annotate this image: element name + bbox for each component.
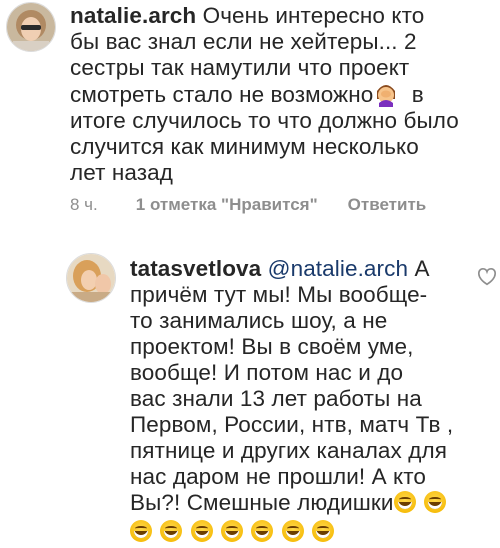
comment-line: случится как минимум несколько bbox=[70, 134, 419, 159]
comment-tatasvetlova: tatasvetlova @natalie.arch А причём тут … bbox=[0, 245, 500, 548]
comment-meta: 8 ч. 1 отметка "Нравится" Ответить bbox=[70, 195, 426, 215]
grinning-face-emoji-icon bbox=[281, 520, 304, 542]
comment-line: Первом, России, нтв, матч Тв , bbox=[130, 412, 454, 437]
comment-line: то занимались шоу, а не bbox=[130, 308, 388, 333]
grinning-face-emoji-icon bbox=[251, 520, 274, 542]
comment-line: причём тут мы! Мы вообще- bbox=[130, 282, 428, 307]
comment-text: tatasvetlova @natalie.arch А причём тут … bbox=[130, 256, 490, 545]
comment-line-text: Очень интересно кто bbox=[202, 3, 425, 28]
comment-line: вообще! И потом нас и до bbox=[130, 360, 404, 385]
comment-line-text: Вы?! Смешные людишки bbox=[130, 490, 394, 515]
avatar-image bbox=[7, 3, 55, 51]
comment-line: смотреть стало не возможно в bbox=[70, 81, 490, 108]
grinning-face-emoji-icon bbox=[312, 520, 335, 542]
username-link[interactable]: natalie.arch bbox=[70, 3, 196, 28]
comment-natalie-arch: natalie.arch Очень интересно кто бы вас … bbox=[0, 0, 500, 230]
comment-line-text: А bbox=[414, 256, 430, 281]
comment-line: итоге случилось то что должно было bbox=[70, 108, 459, 133]
reply-button[interactable]: Ответить bbox=[348, 195, 427, 215]
avatar[interactable] bbox=[66, 253, 116, 303]
grinning-face-emoji-icon bbox=[221, 520, 244, 542]
comment-line: сестры так намутили что проект bbox=[70, 55, 410, 80]
comment-line: natalie.arch Очень интересно кто bbox=[70, 3, 490, 29]
comment-line: лет назад bbox=[70, 160, 173, 185]
username-link[interactable]: tatasvetlova bbox=[130, 256, 261, 281]
grinning-face-emoji-icon bbox=[423, 491, 446, 513]
avatar[interactable] bbox=[6, 2, 56, 52]
comment-line: Вы?! Смешные людишки bbox=[130, 490, 490, 516]
grinning-face-emoji-icon bbox=[393, 491, 416, 513]
avatar-image bbox=[67, 254, 115, 302]
comment-line: вас знали 13 лет работы на bbox=[130, 386, 422, 411]
timestamp: 8 ч. bbox=[70, 195, 98, 214]
grinning-face-emoji-icon bbox=[130, 520, 152, 542]
likes-count-link[interactable]: 1 отметка "Нравится" bbox=[136, 195, 318, 215]
comment-text: natalie.arch Очень интересно кто бы вас … bbox=[70, 3, 490, 186]
facepalm-emoji-icon bbox=[373, 81, 399, 107]
comment-line: пятнице и других каналах для bbox=[130, 438, 447, 463]
comment-line-text: смотреть стало не возможно bbox=[70, 82, 374, 107]
comment-line: нас даром не прошли! А кто bbox=[130, 464, 427, 489]
mention-link[interactable]: @natalie.arch bbox=[268, 256, 408, 281]
grinning-face-emoji-icon bbox=[160, 520, 183, 542]
emoji-row bbox=[130, 519, 490, 545]
comment-line-text: в bbox=[411, 82, 424, 107]
comment-line: tatasvetlova @natalie.arch А bbox=[130, 256, 490, 282]
comment-line: проектом! Вы в своём уме, bbox=[130, 334, 414, 359]
grinning-face-emoji-icon bbox=[190, 520, 213, 542]
comment-line: бы вас знал если не хейтеры... 2 bbox=[70, 29, 417, 54]
